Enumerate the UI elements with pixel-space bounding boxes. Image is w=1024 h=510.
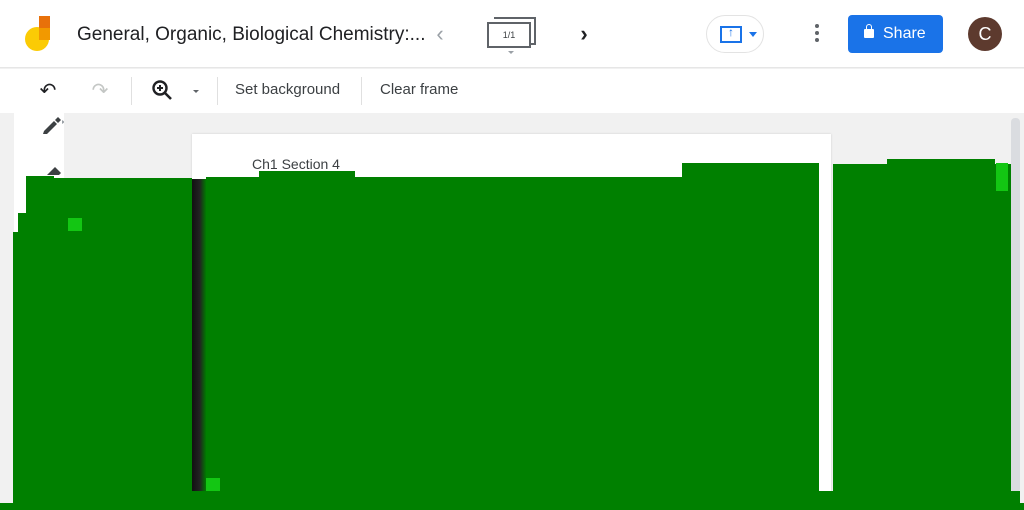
more-options-button[interactable] (810, 22, 824, 48)
share-button[interactable]: Share (848, 15, 943, 53)
more-vert-icon (815, 24, 819, 28)
lock-icon (864, 24, 874, 38)
edit-toolbar: ↶ ↷ Set background Clear frame (0, 69, 1024, 113)
present-to-device-icon (720, 25, 742, 43)
zoom-in-icon (152, 80, 172, 100)
present-button[interactable] (706, 15, 764, 53)
top-bar: General, Organic, Biological Chemistry:.… (0, 0, 1024, 68)
more-vert-dot (815, 31, 819, 35)
canvas-area[interactable]: Ch1 Section 4 (0, 113, 1024, 510)
more-vert-dot (815, 38, 819, 42)
bright-green-overlay (68, 218, 82, 231)
frame-text-box[interactable]: Ch1 Section 4 (252, 156, 340, 172)
zoom-dropdown-caret-icon[interactable] (193, 90, 199, 93)
previous-frame-button[interactable]: ‹ (430, 22, 450, 46)
edge-strip (1020, 113, 1024, 510)
jamboard-logo-icon (24, 14, 54, 54)
toolbar-divider (217, 77, 218, 105)
green-overlay (887, 159, 995, 167)
frame-bar-toggle[interactable]: 1/1 (484, 14, 540, 56)
pen-icon[interactable] (42, 115, 65, 135)
zoom-button[interactable] (150, 79, 174, 103)
toolbar-divider (361, 77, 362, 105)
account-avatar[interactable]: C (968, 17, 1002, 51)
bright-green-overlay (996, 163, 1008, 191)
toolbar-divider (131, 77, 132, 105)
set-background-button[interactable]: Set background (235, 81, 340, 98)
share-label: Share (883, 25, 926, 42)
green-overlay (13, 232, 192, 510)
green-overlay (259, 171, 355, 179)
document-title[interactable]: General, Organic, Biological Chemistry:.… (77, 24, 425, 46)
green-overlay (0, 503, 1024, 510)
caret-down-icon (749, 32, 757, 37)
dark-streak-overlay (192, 179, 206, 491)
redo-button[interactable]: ↷ (88, 79, 112, 103)
clear-frame-button[interactable]: Clear frame (380, 81, 458, 98)
green-overlay (682, 163, 819, 179)
vertical-scrollbar[interactable] (1011, 118, 1020, 493)
undo-button[interactable]: ↶ (36, 79, 60, 103)
frame-counter: 1/1 (487, 22, 531, 48)
bright-green-overlay (206, 478, 220, 491)
green-overlay (833, 164, 1011, 491)
next-frame-button[interactable]: › (573, 21, 595, 47)
green-overlay (206, 177, 819, 510)
caret-down-icon (508, 51, 514, 54)
